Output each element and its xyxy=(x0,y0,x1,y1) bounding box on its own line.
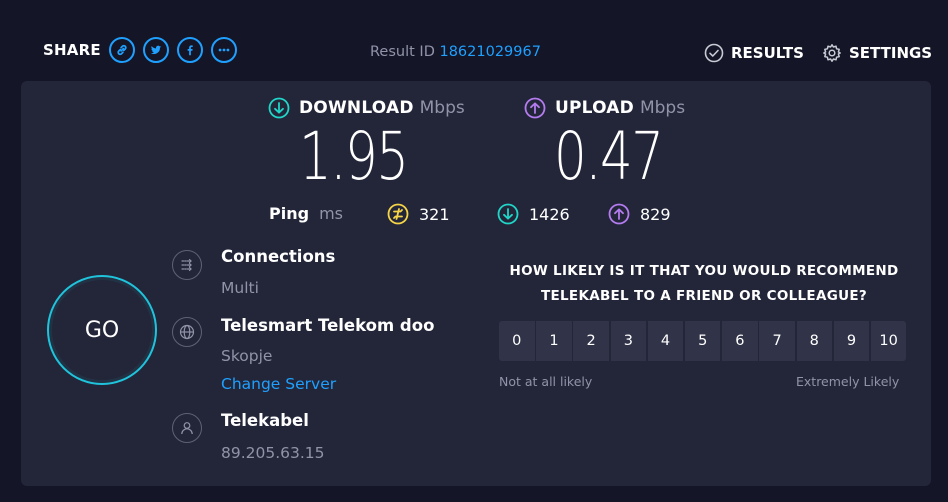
ping-download-stat: 1426 xyxy=(497,203,570,225)
change-server-link[interactable]: Change Server xyxy=(221,375,336,393)
connections-value[interactable]: Multi xyxy=(221,279,259,297)
results-label: RESULTS xyxy=(731,44,804,62)
results-button[interactable]: RESULTS xyxy=(704,43,804,63)
download-arrow-icon xyxy=(268,97,290,119)
nps-option[interactable]: 0 xyxy=(499,321,535,361)
ping-upload-value: 829 xyxy=(640,204,671,224)
survey-question-line1: HOW LIKELY IS IT THAT YOU WOULD RECOMMEN… xyxy=(509,263,899,279)
ping-download-value: 1426 xyxy=(529,204,570,224)
nps-option[interactable]: 7 xyxy=(759,321,795,361)
server-location: Skopje xyxy=(221,347,273,365)
nps-scale: 0 1 2 3 4 5 6 7 8 9 10 xyxy=(499,321,907,361)
ip-address: 89.205.63.15 xyxy=(221,444,325,462)
result-id-label: Result ID xyxy=(370,44,435,60)
upload-unit: Mbps xyxy=(639,98,686,118)
ping-label: Ping xyxy=(269,204,310,223)
twitter-share-button[interactable] xyxy=(142,37,169,63)
nps-option[interactable]: 2 xyxy=(573,321,609,361)
nps-option[interactable]: 3 xyxy=(610,321,647,361)
ping-upload-stat: 829 xyxy=(608,203,671,225)
facebook-share-button[interactable] xyxy=(176,37,203,63)
ping-label-group: Ping ms xyxy=(269,204,343,223)
download-title: DOWNLOAD xyxy=(299,98,414,118)
nps-option[interactable]: 8 xyxy=(796,321,832,361)
share-group: SHARE xyxy=(43,37,245,63)
globe-icon xyxy=(172,317,202,347)
download-header: DOWNLOAD Mbps xyxy=(268,97,465,119)
top-bar: SHARE Result ID 18621029967 RESULTS SETT… xyxy=(0,0,948,80)
link-share-button[interactable] xyxy=(108,37,135,63)
facebook-icon xyxy=(187,45,193,56)
download-latency-icon xyxy=(497,203,519,225)
upload-arrow-icon xyxy=(524,97,546,119)
scale-high-label: Extremely Likely xyxy=(796,374,900,389)
survey-question: HOW LIKELY IS IT THAT YOU WOULD RECOMMEN… xyxy=(499,259,909,309)
idle-latency-icon xyxy=(387,203,409,225)
upload-speed-value: 0.47 xyxy=(554,118,664,195)
upload-header: UPLOAD Mbps xyxy=(524,97,685,119)
download-speed-value: 1.95 xyxy=(299,118,409,195)
ping-idle-stat: 321 xyxy=(387,203,450,225)
nps-option[interactable]: 5 xyxy=(684,321,721,361)
survey-question-line2: TELEKABEL TO A FRIEND OR COLLEAGUE? xyxy=(540,288,867,304)
user-icon xyxy=(172,413,202,443)
nps-option[interactable]: 10 xyxy=(870,321,907,361)
gear-icon xyxy=(823,44,841,62)
ping-unit: ms xyxy=(319,204,343,223)
more-icon xyxy=(218,48,230,52)
nps-option[interactable]: 4 xyxy=(647,321,684,361)
connections-icon xyxy=(172,250,202,280)
nps-option[interactable]: 9 xyxy=(833,321,870,361)
connections-title: Connections xyxy=(221,247,336,266)
nps-option[interactable]: 6 xyxy=(722,321,758,361)
scale-low-label: Not at all likely xyxy=(499,374,593,389)
result-id-link[interactable]: 18621029967 xyxy=(439,44,540,60)
check-circle-icon xyxy=(704,43,724,63)
result-id: Result ID 18621029967 xyxy=(370,44,541,60)
settings-button[interactable]: SETTINGS xyxy=(822,43,932,63)
ping-idle-value: 321 xyxy=(419,204,450,224)
share-label: SHARE xyxy=(43,41,101,59)
download-unit: Mbps xyxy=(419,98,465,118)
twitter-icon xyxy=(150,45,162,55)
upload-latency-icon xyxy=(608,203,630,225)
link-icon xyxy=(117,44,127,56)
server-name: Telesmart Telekom doo xyxy=(221,316,435,335)
isp-name: Telekabel xyxy=(221,411,309,430)
upload-title: UPLOAD xyxy=(555,98,634,118)
nps-option[interactable]: 1 xyxy=(536,321,572,361)
settings-label: SETTINGS xyxy=(849,44,933,62)
go-button[interactable]: GO xyxy=(47,275,157,385)
more-share-button[interactable] xyxy=(210,37,237,63)
